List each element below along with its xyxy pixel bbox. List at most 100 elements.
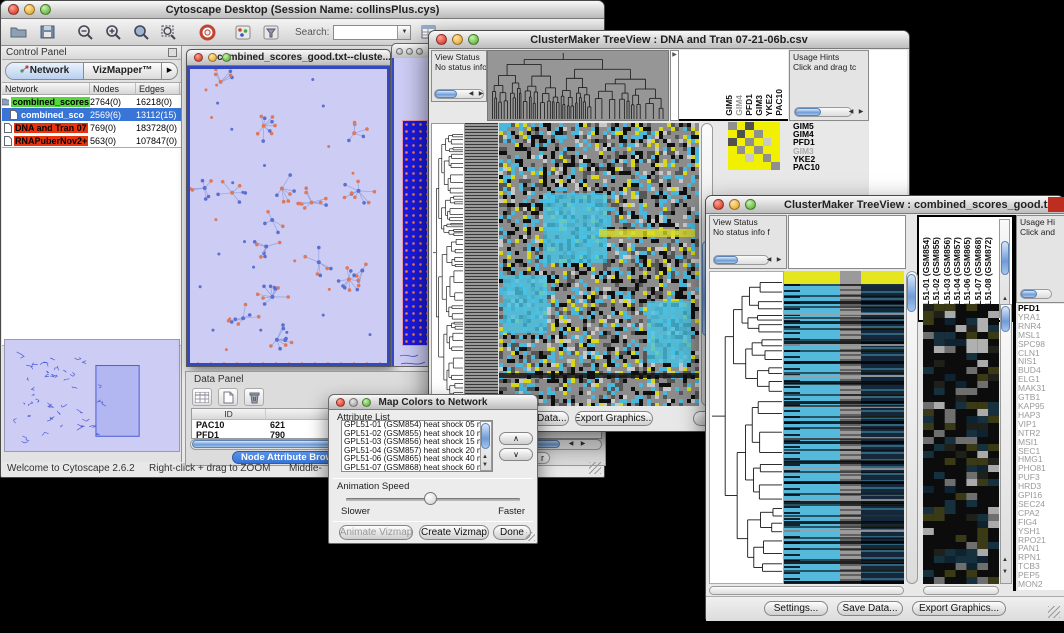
resize-grip[interactable] <box>1048 606 1060 618</box>
scrollbar-thumb[interactable] <box>1001 306 1010 332</box>
close-icon[interactable] <box>713 199 724 210</box>
create-vizmap-button[interactable]: Create Vizmap <box>419 525 489 540</box>
tab-vizmapper[interactable]: VizMapper™ <box>84 63 161 79</box>
attribute-list[interactable]: GPL51-01 (GSM854) heat shock 05 minGPL51… <box>341 420 493 472</box>
column-label[interactable]: GIM3 <box>754 95 764 116</box>
scroll-left-icon[interactable]: ◀ <box>764 256 774 265</box>
help-lifering-icon[interactable] <box>197 23 217 41</box>
hscrollbar[interactable] <box>709 586 904 595</box>
settings-button[interactable]: Settings... <box>764 601 828 616</box>
search-input[interactable]: ▼ <box>333 25 411 40</box>
dialog-titlebar[interactable]: Map Colors to Network <box>329 395 537 410</box>
main-titlebar[interactable]: Cytoscape Desktop (Session Name: collins… <box>1 1 604 19</box>
close-icon[interactable] <box>396 48 403 55</box>
scrollbar-thumb[interactable] <box>1001 241 1009 275</box>
scrollbar-thumb[interactable] <box>481 423 490 449</box>
animate-vizmap-button[interactable]: Animate Vizmap <box>339 525 413 540</box>
background-network-window[interactable] <box>391 43 429 367</box>
close-icon[interactable] <box>194 53 203 62</box>
resize-grip[interactable] <box>589 462 601 474</box>
network-list-item[interactable]: DNA and Tran 07769(0)183728(0) <box>2 121 181 134</box>
network-list-item[interactable]: combined_scores2764(0)16218(0) <box>2 95 181 108</box>
column-dendrogram[interactable] <box>487 50 669 121</box>
resize-grip[interactable] <box>526 532 535 541</box>
scroll-right-icon[interactable]: ▶ <box>476 90 486 99</box>
zoom-icon[interactable] <box>745 199 756 210</box>
row-dendrogram[interactable] <box>431 123 465 406</box>
move-down-button[interactable]: ∨ <box>499 448 533 461</box>
float-panel-icon[interactable] <box>168 48 177 57</box>
zoom-icon[interactable] <box>362 398 371 407</box>
scrollbar-thumb[interactable] <box>435 90 457 98</box>
open-file-icon[interactable] <box>9 23 29 41</box>
tab-overflow-icon[interactable]: ▶ <box>161 63 177 79</box>
scroll-left-icon[interactable]: ◀ <box>846 108 856 117</box>
zoom-icon[interactable] <box>40 4 51 15</box>
filter-icon[interactable] <box>261 23 281 41</box>
vizmap-icon[interactable] <box>233 23 253 41</box>
minimize-icon[interactable] <box>452 34 463 45</box>
col-nodes[interactable]: Nodes <box>90 83 136 95</box>
row-dendrogram[interactable] <box>709 271 784 584</box>
minimize-icon[interactable] <box>349 398 358 407</box>
delete-attribute-icon[interactable] <box>244 388 264 406</box>
export-graphics-button[interactable]: Export Graphics... <box>575 411 653 426</box>
save-data-button[interactable]: Save Data... <box>837 601 903 616</box>
hscrollbar[interactable] <box>923 586 999 595</box>
treeview2-titlebar[interactable]: ClusterMaker TreeView : combined_scores_… <box>706 196 1064 214</box>
minimize-icon[interactable] <box>406 48 413 55</box>
zoom-out-icon[interactable] <box>75 23 95 41</box>
col-id[interactable]: ID <box>192 409 266 419</box>
column-label[interactable]: GIM5 <box>724 95 734 116</box>
search-dropdown-icon[interactable]: ▼ <box>397 26 410 39</box>
scroll-down-icon[interactable]: ▼ <box>1000 568 1010 577</box>
gim-similarity-matrix[interactable] <box>728 122 780 170</box>
minimize-icon[interactable] <box>24 4 35 15</box>
scroll-up-icon[interactable]: ▲ <box>1000 556 1010 565</box>
network-list-item[interactable]: combined_sco2569(6)13112(15) <box>2 108 181 121</box>
scroll-left-icon[interactable]: ◀ <box>566 440 576 449</box>
birdseye-view[interactable] <box>4 339 180 452</box>
save-icon[interactable] <box>37 23 57 41</box>
scroll-right-icon[interactable]: ▶ <box>774 256 784 265</box>
gene-label[interactable]: MON2 <box>1018 580 1064 589</box>
zoom-icon[interactable] <box>222 53 231 62</box>
gene-list[interactable]: PFD1YRA1RNR4MSL1SPC98CLN1NIS1BUD4ELG1MAK… <box>1018 304 1064 590</box>
zoom-icon[interactable] <box>468 34 479 45</box>
zoom-selected-icon[interactable] <box>131 23 151 41</box>
network-canvas[interactable] <box>187 66 390 366</box>
expression-heatmap[interactable] <box>784 271 904 584</box>
scroll-left-icon[interactable]: ◀ <box>466 90 476 99</box>
scrollbar-thumb[interactable] <box>795 108 821 116</box>
close-icon[interactable] <box>436 34 447 45</box>
column-label[interactable]: PAC10 <box>774 89 784 116</box>
export-graphics-button[interactable]: Export Graphics... <box>912 601 1006 616</box>
zoom-heatmap[interactable] <box>923 304 999 584</box>
scrollbar-thumb[interactable] <box>1021 290 1037 298</box>
gene-label[interactable]: PAC10 <box>793 163 863 171</box>
minimize-icon[interactable] <box>729 199 740 210</box>
zoom-in-icon[interactable] <box>103 23 123 41</box>
scroll-right-icon[interactable]: ▶ <box>578 440 588 449</box>
col-network[interactable]: Network <box>2 83 90 95</box>
scroll-down-icon[interactable]: ▼ <box>480 461 490 470</box>
column-label[interactable]: PFD1 <box>744 94 754 116</box>
zoom-icon[interactable] <box>416 48 423 55</box>
tab-network[interactable]: Network <box>6 63 84 79</box>
scroll-up-icon[interactable]: ▲ <box>1000 295 1010 304</box>
speed-slider-thumb[interactable] <box>424 492 437 505</box>
splitter[interactable]: ▶ <box>670 50 679 121</box>
column-label[interactable]: YKE2 <box>764 94 774 116</box>
expression-heatmap[interactable] <box>499 123 699 406</box>
background-network-canvas[interactable] <box>392 58 428 366</box>
new-attribute-icon[interactable] <box>218 388 238 406</box>
column-label[interactable]: GIM4 <box>734 95 744 116</box>
scroll-right-icon[interactable]: ▶ <box>856 108 866 117</box>
close-icon[interactable] <box>336 398 345 407</box>
scrollbar-thumb[interactable] <box>714 256 738 264</box>
close-icon[interactable] <box>8 4 19 15</box>
minimize-icon[interactable] <box>208 53 217 62</box>
treeview1-titlebar[interactable]: ClusterMaker TreeView : DNA and Tran 07-… <box>429 31 909 49</box>
network-list-item[interactable]: RNAPuberNov2+563(0)107847(0) <box>2 134 181 147</box>
move-up-button[interactable]: ∧ <box>499 432 533 445</box>
